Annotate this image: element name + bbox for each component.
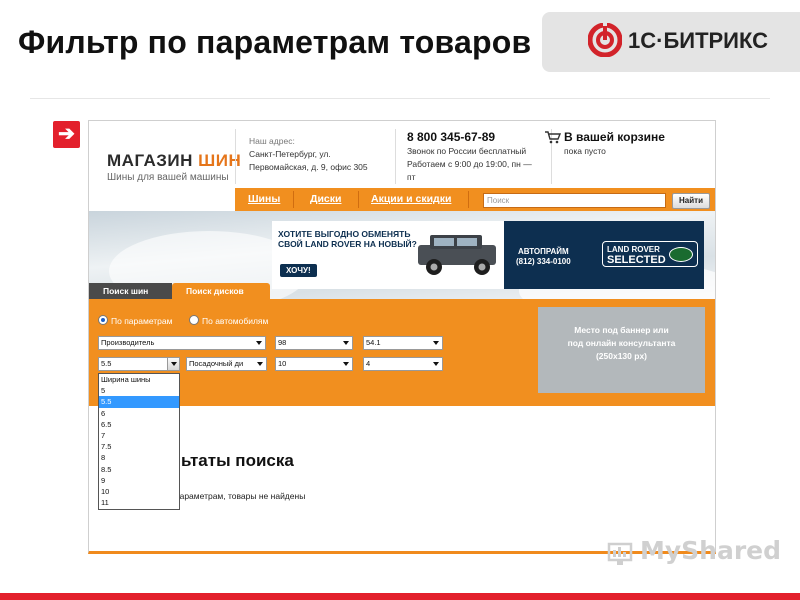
nav-item-promotions[interactable]: Акции и скидки xyxy=(371,193,451,205)
dropdown-option[interactable]: 9 xyxy=(99,475,179,486)
store-contacts: 8 800 345-67-89 Звонок по России бесплат… xyxy=(407,130,532,184)
dropdown-option[interactable]: 7 xyxy=(99,430,179,441)
chevron-down-icon xyxy=(256,341,262,345)
header-divider xyxy=(395,129,396,184)
dropdown-option[interactable]: 8 xyxy=(99,452,179,463)
bitrix-logo-text: 1С·БИТРИКС xyxy=(628,28,769,53)
et-select[interactable]: 98 xyxy=(275,336,353,350)
myshared-watermark: MyShared xyxy=(640,536,782,565)
land-rover-badge-icon xyxy=(669,247,693,262)
diameter-select[interactable]: 10 xyxy=(275,357,353,371)
select-value: Производитель xyxy=(101,338,155,347)
slide-title: Фильтр по параметрам товаров xyxy=(18,24,532,60)
myshared-logo-icon xyxy=(607,542,633,565)
nav-divider xyxy=(293,191,294,208)
tab-wheel-search[interactable]: Поиск дисков xyxy=(172,283,270,299)
nav-item-wheels[interactable]: Диски xyxy=(310,193,342,205)
nav-item-tires[interactable]: Шины xyxy=(248,193,280,205)
dropdown-option[interactable]: 6 xyxy=(99,408,179,419)
shopping-cart-icon xyxy=(545,131,561,144)
bitrix-logo: 1С·БИТРИКС xyxy=(542,12,800,72)
dropdown-option-selected[interactable]: 5.5 xyxy=(99,396,179,408)
radio-by-car[interactable]: По автомобилям xyxy=(189,315,268,326)
dropdown-option[interactable]: 7.5 xyxy=(99,441,179,452)
address-label: Наш адрес: xyxy=(249,136,295,146)
results-title: ьтаты поиска xyxy=(181,451,294,470)
dropdown-option[interactable]: Ширина шины xyxy=(99,374,179,385)
dropdown-toggle[interactable] xyxy=(167,358,179,370)
ad-text: (250x130 px) xyxy=(595,351,648,361)
radio-button[interactable] xyxy=(189,315,199,325)
promo-banner[interactable]: ХОТИТЕ ВЫГОДНО ОБМЕНЯТЬ СВОЙ LAND ROVER … xyxy=(272,221,704,289)
search-input[interactable]: Поиск xyxy=(483,193,666,208)
arrow-right-icon[interactable]: ➔ xyxy=(53,121,80,148)
chevron-down-icon xyxy=(433,362,439,366)
select-value: 4 xyxy=(366,359,371,368)
width-select[interactable]: 5.5 xyxy=(98,357,180,371)
ad-placeholder: Место под баннер или под онлайн консульт… xyxy=(538,307,705,393)
address-line: Санкт-Петербург, ул. xyxy=(249,149,331,159)
results-message: параметрам, товары не найдены xyxy=(175,491,306,501)
bolts-select[interactable]: 4 xyxy=(363,357,443,371)
dia-select[interactable]: 54.1 xyxy=(363,336,443,350)
bottom-accent-bar xyxy=(0,593,800,600)
land-rover-selected-logo: LAND ROVER SELECTED xyxy=(602,241,698,267)
cart-status: пока пусто xyxy=(564,146,606,156)
chevron-down-icon xyxy=(433,341,439,345)
dropdown-option[interactable]: 6.5 xyxy=(99,419,179,430)
dropdown-option[interactable]: 8.5 xyxy=(99,464,179,475)
header-rule xyxy=(30,98,770,99)
hours-line: Работаем с 9:00 до 19:00, пн — xyxy=(407,159,532,169)
radio-by-parameters[interactable]: По параметрам xyxy=(98,315,172,326)
select-value: Посадочный ди xyxy=(189,359,244,368)
banner-cta-button[interactable]: ХОЧУ! xyxy=(280,264,317,277)
bitrix-logo-icon xyxy=(588,23,622,57)
nav-divider xyxy=(358,191,359,208)
chevron-down-icon xyxy=(257,362,263,366)
select-value: 10 xyxy=(278,359,287,368)
dealer-name: АВТОПРАЙМ xyxy=(517,247,569,256)
select-value: 98 xyxy=(278,338,287,347)
dealer-phone: (812) 334-0100 xyxy=(516,257,571,266)
select-value: 54.1 xyxy=(366,338,381,347)
dropdown-option[interactable]: 5 xyxy=(99,385,179,396)
hours-line: пт xyxy=(407,172,416,182)
ad-text: Место под баннер или xyxy=(574,325,669,335)
banner-headline: ХОТИТЕ ВЫГОДНО ОБМЕНЯТЬ СВОЙ LAND ROVER … xyxy=(278,229,417,249)
bore-select[interactable]: Посадочный ди xyxy=(186,357,267,371)
search-button[interactable]: Найти xyxy=(672,193,710,209)
store-screenshot: МАГАЗИН ШИН Шины для вашей машины Наш ад… xyxy=(88,120,716,554)
dealer-info: АВТОПРАЙМ (812) 334-0100 xyxy=(516,247,571,267)
store-address: Наш адрес: Санкт-Петербург, ул. Первомай… xyxy=(249,135,368,174)
store-logo[interactable]: МАГАЗИН ШИН Шины для вашей машины xyxy=(107,151,241,183)
tab-tire-search[interactable]: Поиск шин xyxy=(89,283,172,299)
dropdown-option[interactable]: 11 xyxy=(99,497,179,508)
chevron-down-icon xyxy=(171,362,177,366)
cart-widget[interactable]: В вашей корзине пока пусто xyxy=(545,130,665,158)
radio-label: По автомобилям xyxy=(202,316,269,326)
dropdown-option[interactable]: 10 xyxy=(99,486,179,497)
chevron-down-icon xyxy=(343,341,349,345)
car-image xyxy=(418,235,496,275)
width-dropdown-list[interactable]: Ширина шины 5 5.5 6 6.5 7 7.5 8 8.5 9 10… xyxy=(98,373,180,510)
store-name-part1: МАГАЗИН xyxy=(107,151,193,170)
filter-panel: По параметрам По автомобилям Производите… xyxy=(89,299,715,406)
select-value: 5.5 xyxy=(101,359,112,368)
chevron-down-icon xyxy=(343,362,349,366)
store-tagline: Шины для вашей машины xyxy=(107,172,229,183)
main-nav: Шины Диски Акции и скидки Поиск Найти xyxy=(235,188,715,211)
address-line: Первомайская, д. 9, офис 305 xyxy=(249,162,368,172)
ad-text: под онлайн консультанта xyxy=(567,338,676,348)
nav-divider xyxy=(468,191,469,208)
radio-label: По параметрам xyxy=(111,316,173,326)
radio-button[interactable] xyxy=(98,315,108,325)
cart-title: В вашей корзине xyxy=(564,130,665,144)
phone-number: 8 800 345-67-89 xyxy=(407,130,496,144)
header-divider xyxy=(235,129,236,184)
phone-note: Звонок по России бесплатный xyxy=(407,146,527,156)
manufacturer-select[interactable]: Производитель xyxy=(98,336,266,350)
